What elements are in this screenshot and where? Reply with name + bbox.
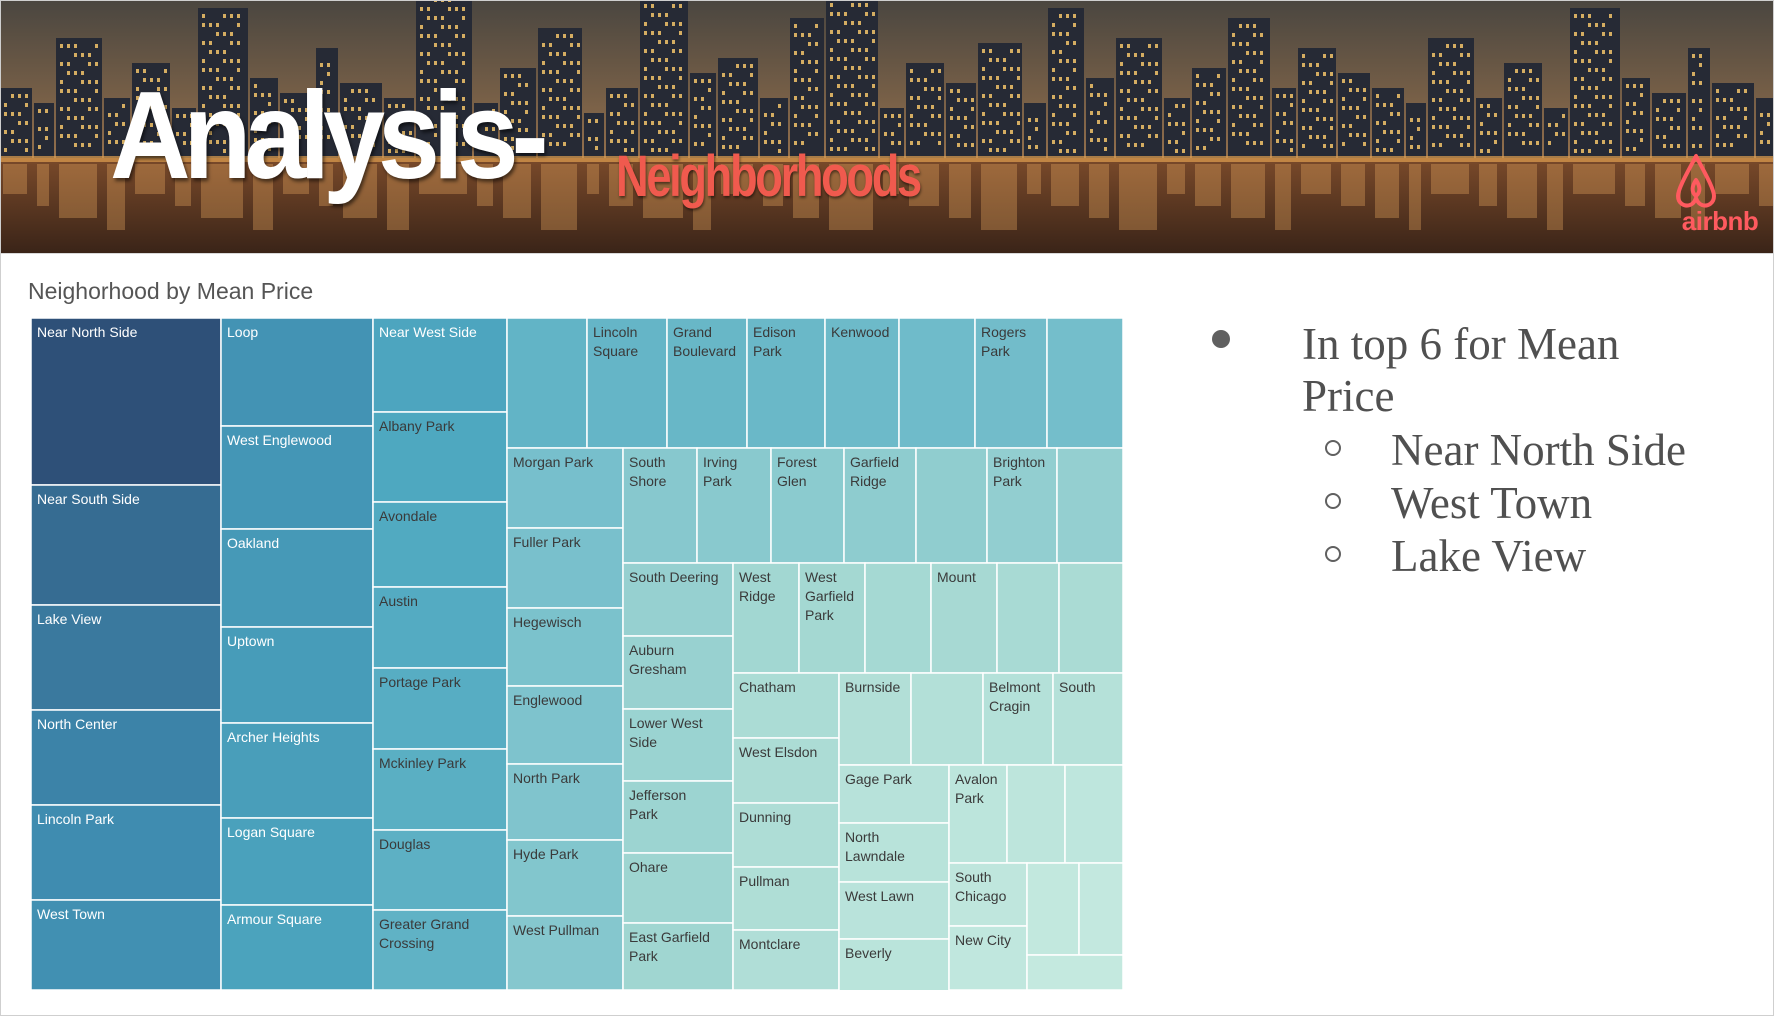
bullet-dot-icon	[1212, 330, 1230, 348]
treemap-tile-label: Dunning	[739, 809, 791, 825]
treemap-tile[interactable]	[506, 318, 588, 449]
treemap-tile-label: Logan Square	[227, 824, 315, 840]
treemap-tile[interactable]	[1046, 318, 1123, 449]
treemap-tile-label: Kenwood	[831, 324, 889, 340]
treemap-tile[interactable]	[1064, 764, 1123, 864]
bullet-sub-text: Near North Side	[1391, 425, 1686, 475]
treemap-tile-label: Austin	[379, 593, 418, 609]
treemap-tile-label: Archer Heights	[227, 729, 320, 745]
treemap-tile[interactable]	[864, 562, 932, 674]
treemap-tile[interactable]	[898, 318, 976, 449]
treemap-tile[interactable]	[1026, 954, 1123, 990]
treemap-tile-label: Gage Park	[845, 771, 913, 787]
treemap-tile-label: Morgan Park	[513, 454, 594, 470]
brand-name: airbnb	[1681, 206, 1759, 236]
treemap-tile[interactable]	[910, 672, 984, 766]
treemap-tile[interactable]	[1058, 562, 1123, 674]
treemap-tile-label: West Englewood	[227, 432, 332, 448]
treemap-tile-label: Mckinley Park	[379, 755, 467, 771]
treemap-tile-label: Hegewisch	[513, 614, 581, 630]
treemap-tile[interactable]	[1006, 764, 1066, 864]
treemap-tile-label: Mount	[937, 569, 976, 585]
treemap-tile-label: Uptown	[227, 633, 274, 649]
treemap-tile-label: Burnside	[845, 679, 900, 695]
bullet-ring-icon	[1325, 493, 1341, 509]
bullet-sub-item: Near North Side	[1230, 424, 1750, 476]
treemap-tile-label: Beverly	[845, 945, 892, 961]
header-banner: Analysis- Neighborhoods airbnb	[0, 0, 1774, 254]
treemap-tile-label: Douglas	[379, 836, 430, 852]
treemap-tile-label: West Pullman	[513, 922, 599, 938]
treemap-tile-label: South	[1059, 679, 1096, 695]
bullet-sub-item: West Town	[1230, 477, 1750, 529]
treemap-tile-label: Avondale	[379, 508, 437, 524]
treemap-tile-label: West Elsdon	[739, 744, 817, 760]
treemap-tile-label: North Center	[37, 716, 117, 732]
bullet-main-text: In top 6 for Mean Price	[1302, 319, 1620, 421]
treemap-tile-label: Near West Side	[379, 324, 477, 340]
treemap-tile-label: South Deering	[629, 569, 719, 585]
treemap-tile-label: Near North Side	[37, 324, 138, 340]
treemap-tile-label: Fuller Park	[513, 534, 582, 550]
treemap-tile-label: Albany Park	[379, 418, 455, 434]
treemap-tile[interactable]	[1026, 862, 1080, 956]
page-subtitle: Neighborhoods	[616, 144, 922, 209]
treemap-tile-label: Loop	[227, 324, 258, 340]
airbnb-logo: airbnb	[1670, 150, 1770, 237]
treemap-tile-label: West Lawn	[845, 888, 914, 904]
treemap-tile-label: Hyde Park	[513, 846, 579, 862]
page-title: Analysis-	[110, 67, 549, 205]
treemap-tile-label: Portage Park	[379, 674, 462, 690]
chart-title: Neighorhood by Mean Price	[28, 278, 314, 304]
treemap-tile-label: Englewood	[513, 692, 582, 708]
treemap-tile[interactable]	[31, 318, 222, 486]
bullet-sub-text: Lake View	[1391, 531, 1587, 581]
treemap-tile[interactable]	[1056, 447, 1123, 564]
bullet-ring-icon	[1325, 546, 1341, 562]
treemap-tile-label: Oakland	[227, 535, 279, 551]
treemap-tile-label: North Park	[513, 770, 581, 786]
treemap-tile-label: Pullman	[739, 873, 790, 889]
airbnb-logo-icon	[1676, 154, 1716, 208]
bullet-ring-icon	[1325, 440, 1341, 456]
treemap-tile-label: Lincoln Park	[37, 811, 115, 827]
treemap-tile-label: Montclare	[739, 936, 801, 952]
bullet-sub-text: West Town	[1391, 478, 1593, 528]
treemap-tile-label: Armour Square	[227, 911, 322, 927]
treemap-tile-label: Chatham	[739, 679, 796, 695]
treemap-tile[interactable]	[996, 562, 1060, 674]
treemap-tile-label: New City	[955, 932, 1011, 948]
treemap-tile[interactable]	[915, 447, 988, 564]
treemap-tile-label: West Town	[37, 906, 105, 922]
bullet-sub-item: Lake View	[1230, 530, 1750, 582]
treemap-tile-label: Lake View	[37, 611, 102, 627]
treemap-tile-label: Ohare	[629, 859, 668, 875]
treemap-chart: Near North Side Near South Side Lake View N…	[31, 318, 1123, 990]
treemap-tile-label: Near South Side	[37, 491, 140, 507]
treemap-tile[interactable]	[1078, 862, 1123, 956]
